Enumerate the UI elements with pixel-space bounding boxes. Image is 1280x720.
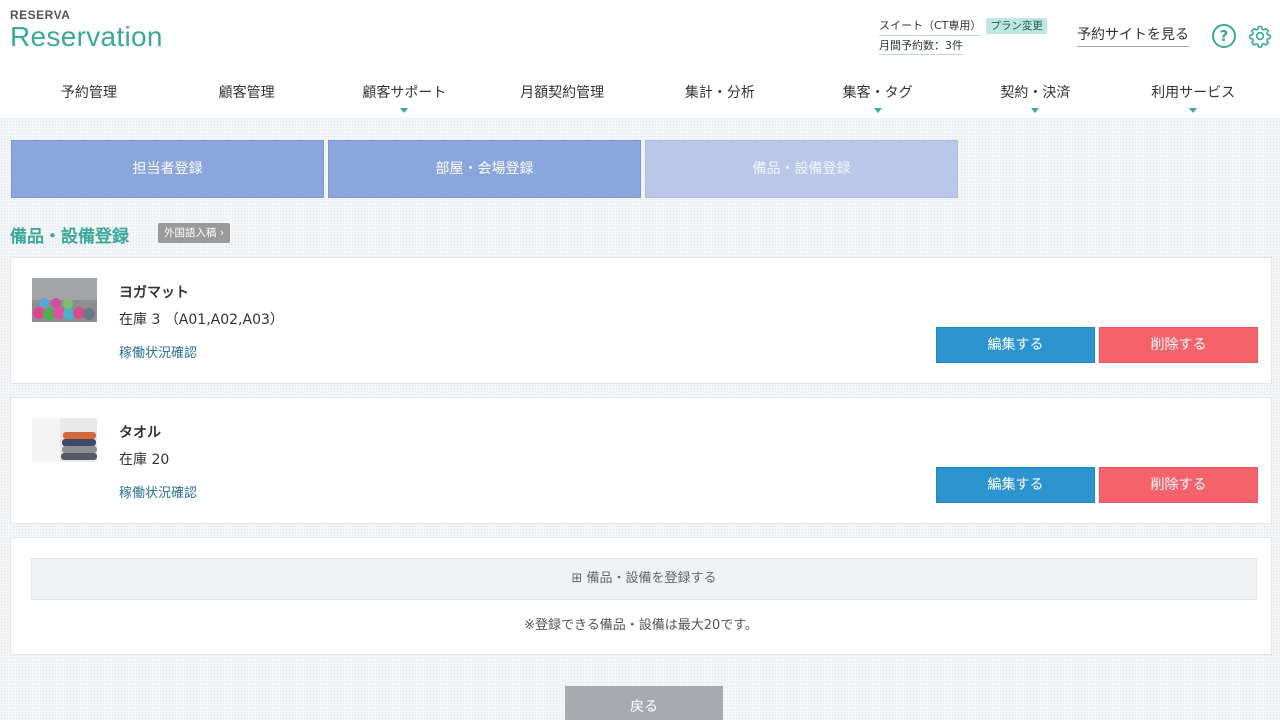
gear-icon[interactable] — [1248, 24, 1272, 48]
chevron-down-icon — [400, 108, 409, 113]
add-equipment-button[interactable]: ⊞ 備品・設備を登録する — [31, 558, 1257, 600]
nav-item-contract-payment[interactable]: 契約・決済 — [957, 72, 1115, 116]
nav-item-customer-support[interactable]: 顧客サポート — [326, 72, 484, 116]
logo-main-text: Reservation — [10, 21, 163, 52]
nav-label: 集計・分析 — [684, 85, 755, 101]
register-limit-note: ※登録できる備品・設備は最大20です。 — [524, 618, 758, 633]
nav-item-customers[interactable]: 顧客管理 — [168, 72, 326, 116]
chevron-down-icon — [873, 108, 882, 113]
header: RESERVA Reservation スイート（CT専用） プラン変更 月間予約… — [0, 0, 1280, 118]
nav-label: 契約・決済 — [1000, 85, 1071, 101]
plan-change-button[interactable]: プラン変更 — [986, 18, 1047, 34]
yoga-mat-thumbnail — [32, 278, 97, 322]
page-title: 備品・設備登録 — [10, 227, 129, 247]
monthly-reservation-count: 月間予約数：3件 — [879, 37, 963, 55]
list-item: タオル 在庫 20 稼働状況確認 編集する 削除する — [10, 397, 1272, 524]
item-stock: 在庫 3 （A01,A02,A03） — [119, 312, 284, 328]
item-name: ヨガマット — [119, 285, 189, 301]
sub-tabs: 担当者登録 部屋・会場登録 備品・設備登録 — [11, 140, 958, 198]
nav-label: 顧客サポート — [362, 85, 447, 101]
edit-button[interactable]: 編集する — [936, 467, 1095, 503]
nav-item-reservation[interactable]: 予約管理 — [10, 72, 168, 116]
register-equipment-panel: ⊞ 備品・設備を登録する ※登録できる備品・設備は最大20です。 — [10, 537, 1272, 655]
item-stock: 在庫 20 — [119, 452, 170, 468]
item-name: タオル — [119, 425, 161, 441]
tab-staff-registration[interactable]: 担当者登録 — [11, 140, 324, 198]
plan-name: スイート（CT専用） — [879, 17, 982, 36]
back-button[interactable]: 戻る — [565, 686, 723, 720]
view-site-link[interactable]: 予約サイトを見る — [1077, 24, 1189, 47]
delete-button[interactable]: 削除する — [1099, 327, 1258, 363]
tab-equipment-registration[interactable]: 備品・設備登録 — [645, 140, 958, 198]
nav-label: 月額契約管理 — [520, 85, 605, 101]
nav-label: 利用サービス — [1151, 85, 1236, 101]
towel-thumbnail — [32, 418, 97, 462]
tab-room-registration[interactable]: 部屋・会場登録 — [328, 140, 641, 198]
help-icon[interactable]: ? — [1212, 24, 1236, 48]
nav-item-monthly-contracts[interactable]: 月額契約管理 — [483, 72, 641, 116]
status-check-link[interactable]: 稼働状況確認 — [119, 482, 197, 501]
status-check-link[interactable]: 稼働状況確認 — [119, 342, 197, 361]
nav-label: 顧客管理 — [218, 85, 275, 101]
nav-label: 集客・タグ — [842, 85, 913, 101]
main-nav: 予約管理 顧客管理 顧客サポート 月額契約管理 集計・分析 集客・タグ 契約・決… — [10, 72, 1272, 116]
edit-button[interactable]: 編集する — [936, 327, 1095, 363]
nav-item-services[interactable]: 利用サービス — [1114, 72, 1272, 116]
nav-item-analytics[interactable]: 集計・分析 — [641, 72, 799, 116]
logo-small-text: RESERVA — [10, 8, 71, 22]
chevron-down-icon — [1031, 108, 1040, 113]
plan-info: スイート（CT専用） プラン変更 月間予約数：3件 — [879, 17, 1047, 55]
foreign-language-badge[interactable]: 外国語入稿 › — [158, 223, 231, 243]
nav-item-marketing-tags[interactable]: 集客・タグ — [799, 72, 957, 116]
delete-button[interactable]: 削除する — [1099, 467, 1258, 503]
nav-label: 予約管理 — [60, 85, 117, 101]
chevron-down-icon — [1189, 108, 1198, 113]
logo[interactable]: RESERVA Reservation — [10, 8, 163, 52]
list-item: ヨガマット 在庫 3 （A01,A02,A03） 稼働状況確認 編集する 削除す… — [10, 257, 1272, 384]
